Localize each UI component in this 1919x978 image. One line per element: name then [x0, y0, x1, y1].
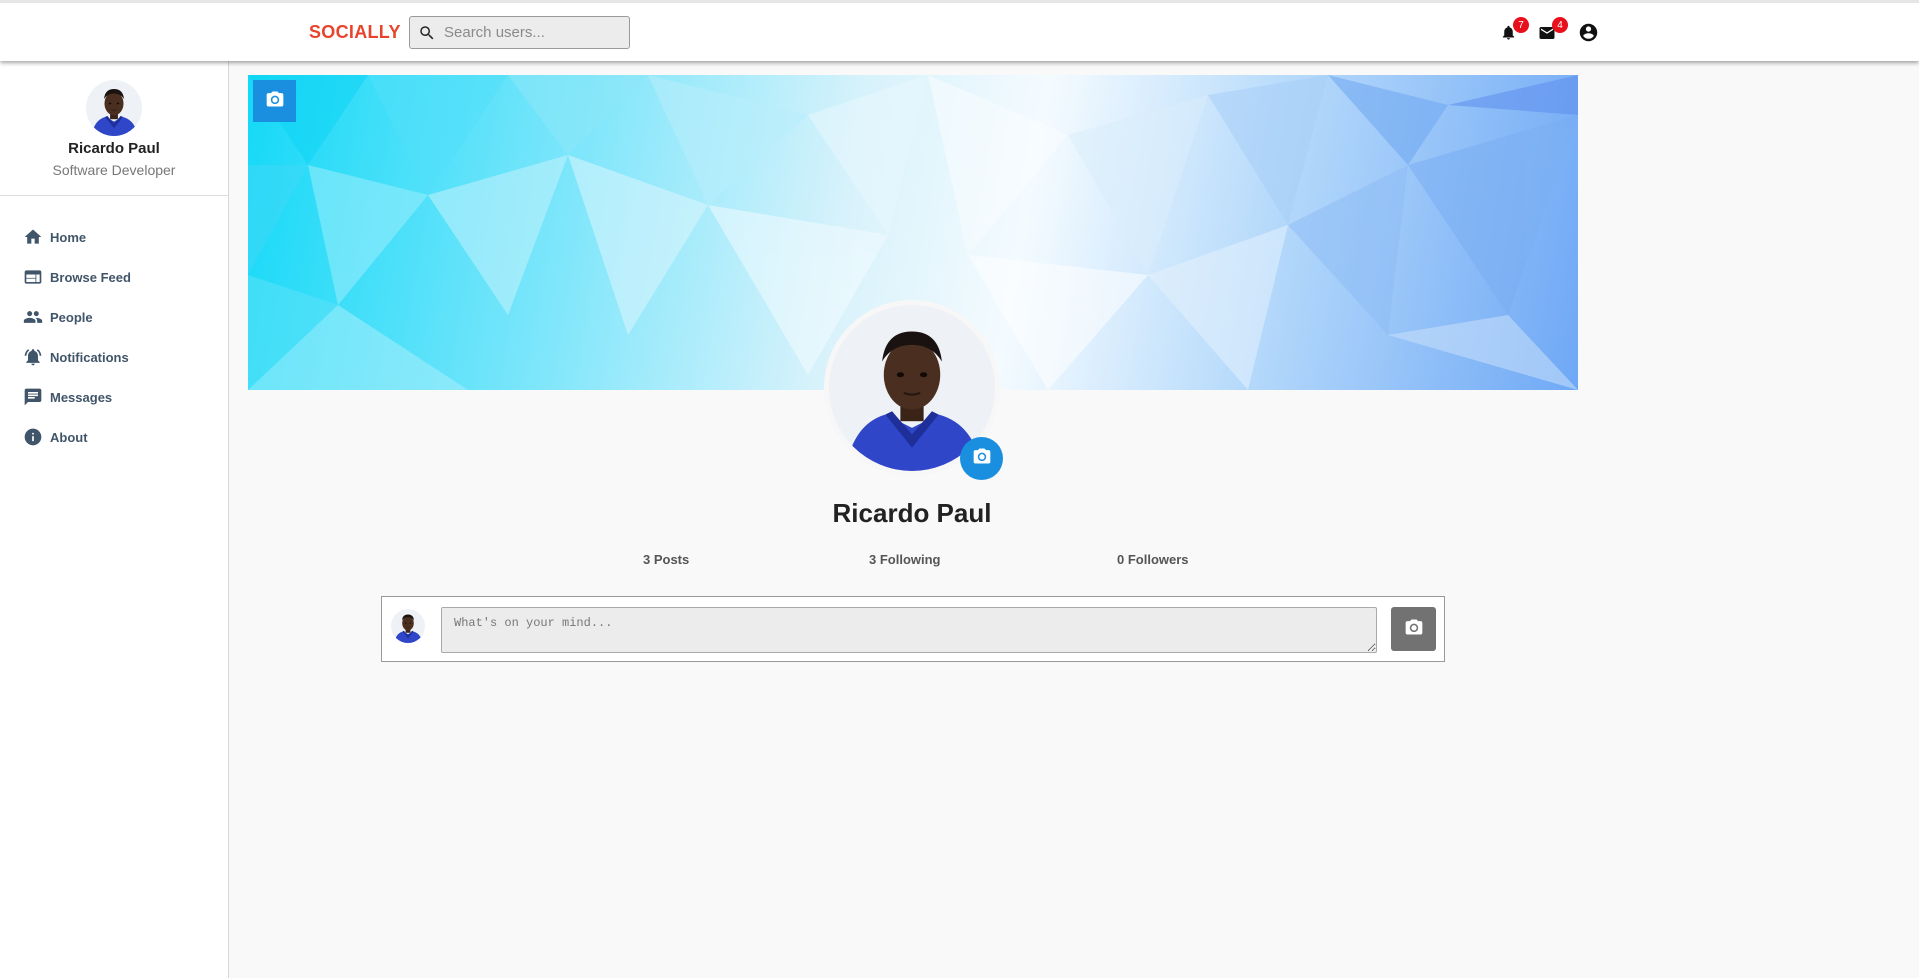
sidebar-item-label: Home: [50, 229, 87, 245]
sidebar-item-label: People: [50, 309, 93, 325]
profile-name: Ricardo Paul: [832, 498, 992, 528]
search-icon: [410, 24, 444, 42]
messages-badge: 4: [1552, 17, 1568, 33]
change-cover-button[interactable]: [253, 80, 296, 122]
account-circle-icon: [1578, 22, 1599, 48]
sidebar-item-label: Notifications: [50, 349, 129, 365]
people-icon: [23, 307, 43, 327]
notifications-button[interactable]: 7: [1497, 17, 1529, 46]
search-box[interactable]: [409, 16, 630, 49]
add-photo-button[interactable]: [1391, 607, 1436, 651]
chat-icon: [23, 387, 43, 407]
account-button[interactable]: [1577, 22, 1599, 48]
post-input[interactable]: [441, 607, 1377, 653]
notifications-active-icon: [23, 347, 43, 367]
sidebar-user-role: Software Developer: [52, 162, 176, 178]
sidebar: Ricardo Paul Software Developer Home Bro…: [0, 61, 229, 978]
followers-count[interactable]: 0 Followers: [1117, 552, 1189, 567]
notifications-badge: 7: [1513, 17, 1529, 33]
sidebar-item-notifications[interactable]: Notifications: [0, 337, 228, 377]
top-app-bar: SOCIALLY 7 4: [0, 0, 1919, 61]
sidebar-item-home[interactable]: Home: [0, 217, 228, 257]
sidebar-item-browse-feed[interactable]: Browse Feed: [0, 257, 228, 297]
sidebar-item-about[interactable]: About: [0, 417, 228, 457]
sidebar-item-label: Browse Feed: [50, 269, 131, 285]
post-composer: [381, 596, 1445, 662]
camera-icon: [265, 89, 285, 114]
composer-avatar: [391, 609, 425, 643]
sidebar-nav: Home Browse Feed People Notifications Me…: [0, 217, 228, 457]
sidebar-item-label: About: [50, 429, 88, 445]
camera-icon: [1404, 617, 1424, 642]
sidebar-item-people[interactable]: People: [0, 297, 228, 337]
sidebar-item-messages[interactable]: Messages: [0, 377, 228, 417]
feed-icon: [23, 267, 43, 287]
sidebar-avatar[interactable]: [86, 80, 142, 136]
brand-logo[interactable]: SOCIALLY: [309, 22, 401, 43]
search-input[interactable]: [444, 24, 614, 41]
home-icon: [23, 227, 43, 247]
camera-icon: [972, 446, 992, 471]
change-profile-photo-button[interactable]: [960, 437, 1003, 480]
following-count[interactable]: 3 Following: [869, 552, 941, 567]
sidebar-user-name: Ricardo Paul: [68, 140, 160, 157]
sidebar-item-label: Messages: [50, 389, 113, 405]
messages-button[interactable]: 4: [1536, 17, 1568, 46]
sidebar-profile: Ricardo Paul Software Developer: [0, 61, 228, 196]
info-icon: [23, 427, 43, 447]
posts-count[interactable]: 3 Posts: [643, 552, 689, 567]
